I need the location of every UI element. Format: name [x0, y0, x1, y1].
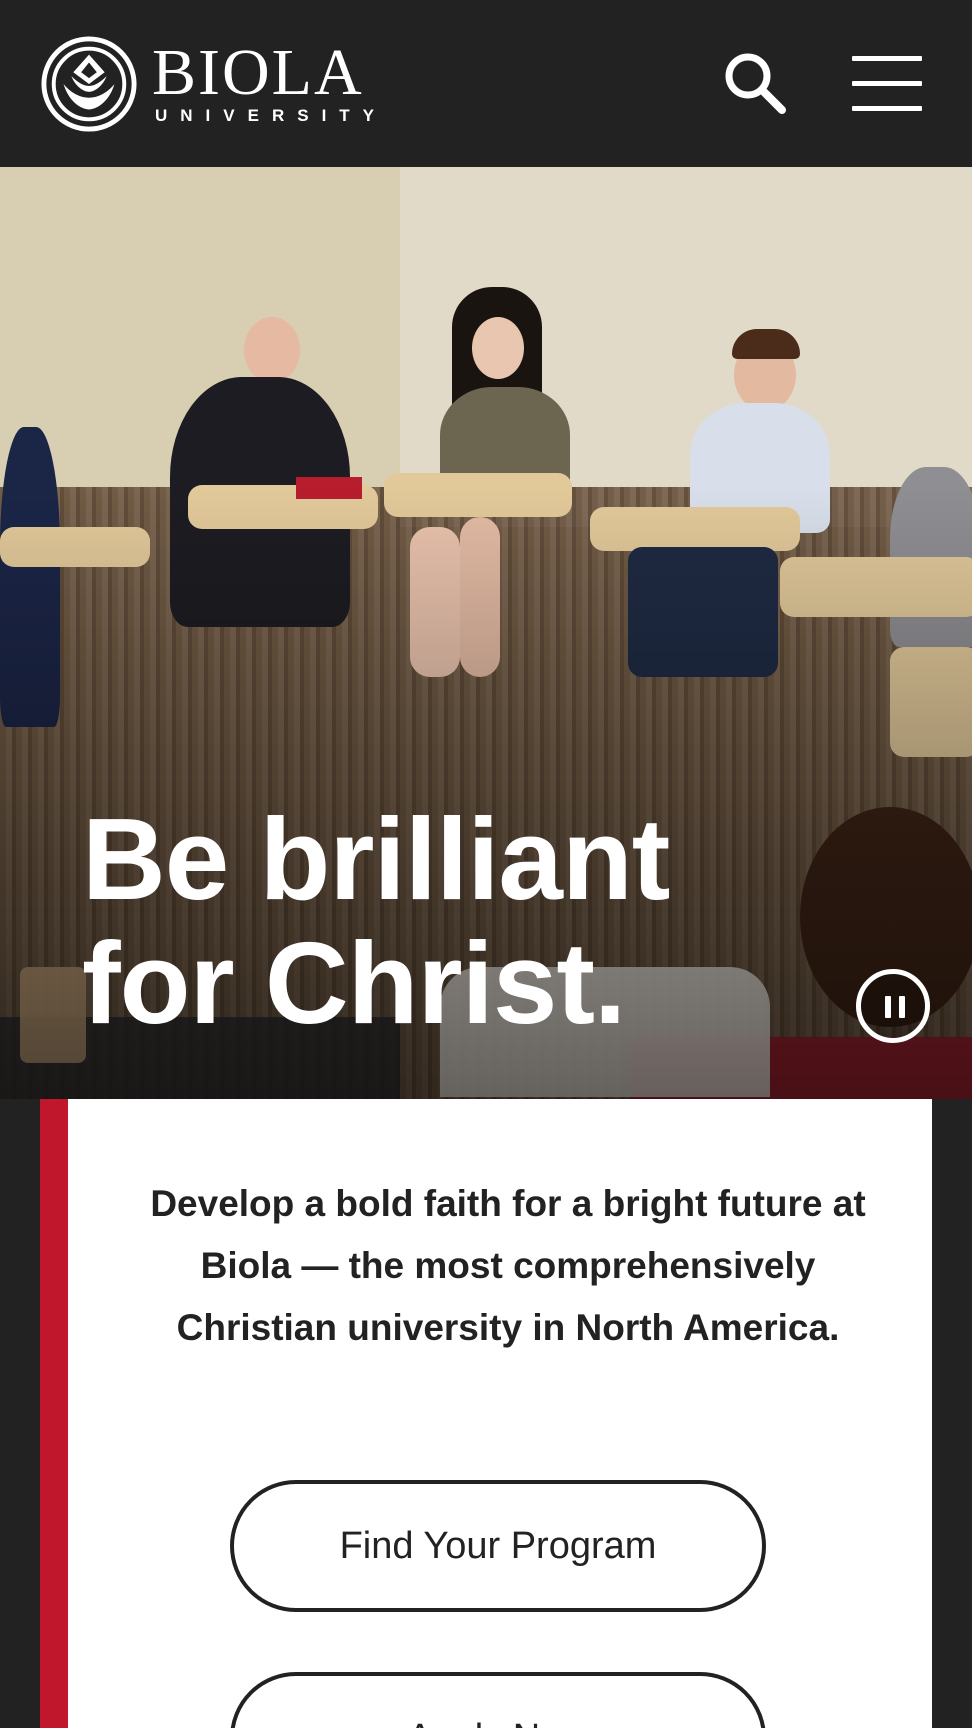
home-logo-link[interactable]: BIOLA UNIVERSITY	[40, 34, 387, 134]
intro-card: Develop a bold faith for a bright future…	[68, 1099, 932, 1728]
logo-subtitle: UNIVERSITY	[155, 106, 388, 125]
hero-title: Be brilliant for Christ.	[82, 794, 670, 1048]
hero-title-line-2: for Christ.	[82, 918, 626, 1048]
menu-button[interactable]	[852, 56, 926, 111]
site-header: BIOLA UNIVERSITY	[0, 0, 972, 167]
hamburger-menu-icon	[852, 56, 922, 61]
logo-name: BIOLA	[152, 36, 364, 109]
video-pause-button[interactable]	[856, 969, 930, 1043]
page: BIOLA UNIVERSITY Be brilliant for Christ…	[0, 0, 972, 1728]
apply-now-button[interactable]: Apply Now	[230, 1672, 766, 1728]
search-icon	[725, 53, 786, 114]
biola-crest-icon	[41, 36, 137, 132]
search-button[interactable]	[722, 50, 788, 116]
card-accent-stripe	[40, 1099, 68, 1728]
intro-text: Develop a bold faith for a bright future…	[150, 1183, 866, 1348]
hero-title-line-1: Be brilliant	[82, 794, 670, 924]
hero-section: Be brilliant for Christ.	[0, 167, 972, 1099]
logo-text: BIOLA UNIVERSITY	[152, 36, 388, 126]
find-your-program-button[interactable]: Find Your Program	[230, 1480, 766, 1612]
